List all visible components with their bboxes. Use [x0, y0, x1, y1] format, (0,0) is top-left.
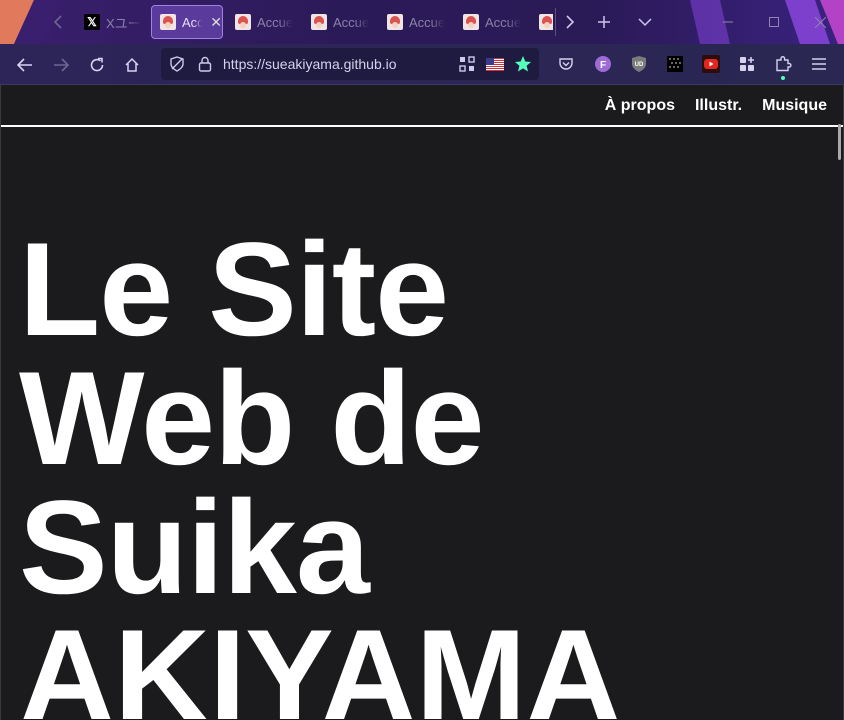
- suika-favicon-icon: [463, 14, 479, 30]
- page-scrollbar-thumb[interactable]: [838, 124, 841, 160]
- nav-link-illustrations[interactable]: Illustr.: [695, 97, 742, 115]
- suika-favicon-icon: [311, 14, 327, 30]
- web-page: À propos Illustr. Musique Le Site Web de…: [1, 86, 843, 719]
- us-flag-icon[interactable]: [485, 54, 505, 74]
- plus-icon: [598, 16, 610, 28]
- pocket-icon[interactable]: [556, 54, 576, 74]
- tab-label: Accueil: [257, 14, 293, 30]
- arrow-left-icon: [17, 58, 32, 72]
- suika-favicon-icon: [539, 14, 553, 30]
- chevron-right-icon: [565, 15, 574, 29]
- hero-line: AKIYAMA: [19, 603, 621, 720]
- tab[interactable]: Accueil: [227, 5, 299, 39]
- tab-partial[interactable]: [531, 5, 553, 39]
- tab-strip: 𝕏 Xユーザー Accueil ✕ Accueil Accueil Accuei…: [0, 0, 844, 44]
- youtube-icon[interactable]: [701, 54, 721, 74]
- header-divider: [1, 125, 843, 127]
- tab[interactable]: Accueil: [455, 5, 527, 39]
- suika-favicon-icon: [387, 14, 403, 30]
- dotted-grid-icon[interactable]: [665, 54, 685, 74]
- suika-favicon-icon: [235, 14, 251, 30]
- hero-line: Suika: [19, 474, 370, 622]
- home-icon: [125, 57, 139, 72]
- tab-label: Accueil: [409, 14, 445, 30]
- lock-icon[interactable]: [195, 54, 215, 74]
- hero-title: Le Site Web de Suika AKIYAMA: [19, 216, 621, 720]
- hamburger-menu-icon[interactable]: [809, 54, 829, 74]
- close-window-button[interactable]: [797, 0, 843, 44]
- svg-text:UD: UD: [635, 62, 644, 68]
- url-text[interactable]: https://sueakiyama.github.io: [223, 56, 397, 72]
- forward-button[interactable]: [46, 50, 76, 80]
- back-button[interactable]: [10, 50, 40, 80]
- tab-label: Accueil: [333, 14, 369, 30]
- new-tab-button[interactable]: [590, 8, 618, 36]
- chevron-down-icon: [638, 18, 652, 27]
- hero-line: Le Site: [19, 216, 449, 364]
- tab-label: Accueil: [182, 14, 203, 30]
- shield-icon[interactable]: [167, 54, 187, 74]
- close-icon: [814, 16, 826, 28]
- tab-x[interactable]: 𝕏 Xユーザー: [76, 5, 148, 39]
- navigation-toolbar: https://sueakiyama.github.io F UD: [0, 44, 844, 85]
- nav-link-about[interactable]: À propos: [605, 97, 675, 115]
- address-bar[interactable]: https://sueakiyama.github.io: [161, 48, 539, 80]
- reload-button[interactable]: [82, 50, 112, 80]
- reload-icon: [90, 57, 104, 72]
- chevron-left-icon: [53, 15, 62, 29]
- tab-active[interactable]: Accueil ✕: [151, 5, 223, 39]
- minimize-button[interactable]: [705, 0, 751, 44]
- nav-link-music[interactable]: Musique: [762, 97, 827, 115]
- maximize-icon: [769, 17, 779, 27]
- puzzle-icon[interactable]: [773, 54, 793, 80]
- minimize-icon: [723, 21, 733, 23]
- svg-text:F: F: [600, 60, 606, 71]
- tab[interactable]: Accueil: [303, 5, 375, 39]
- tab-scroll-right-button[interactable]: [555, 8, 583, 36]
- list-all-tabs-button[interactable]: [631, 8, 659, 36]
- x-favicon-icon: 𝕏: [84, 14, 100, 30]
- tab-label: Accueil: [485, 14, 521, 30]
- star-icon[interactable]: [513, 54, 533, 74]
- tab-label: Xユーザー: [106, 15, 142, 31]
- extension-indicator-dot: [781, 76, 785, 80]
- apps-icon[interactable]: [737, 54, 757, 74]
- tab[interactable]: Accueil: [379, 5, 451, 39]
- home-button[interactable]: [117, 50, 147, 80]
- hero-line: Web de: [19, 345, 485, 493]
- tab-scroll-left-button[interactable]: [44, 8, 72, 36]
- maximize-button[interactable]: [751, 0, 797, 44]
- f-extension-icon[interactable]: F: [593, 54, 613, 74]
- qr-code-icon[interactable]: [457, 54, 477, 74]
- site-navigation: À propos Illustr. Musique: [605, 97, 827, 115]
- ublock-icon[interactable]: UD: [629, 54, 649, 74]
- suika-favicon-icon: [160, 14, 176, 30]
- tab-close-icon[interactable]: ✕: [210, 14, 222, 31]
- arrow-right-icon: [54, 58, 69, 72]
